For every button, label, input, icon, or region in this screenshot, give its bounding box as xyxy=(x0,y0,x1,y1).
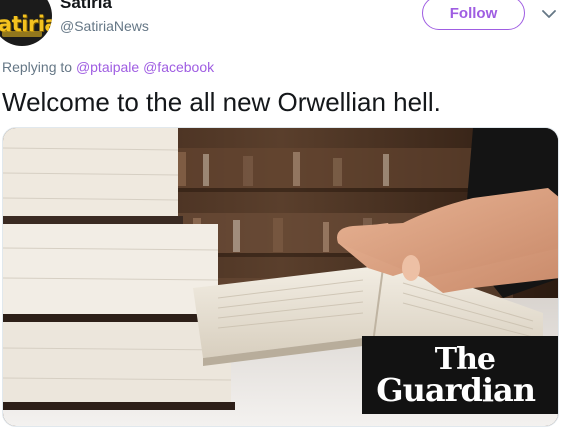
user-handle[interactable]: @SatiriaNews xyxy=(60,17,149,35)
mention-link[interactable]: @facebook xyxy=(143,59,214,75)
reply-context: Replying to @ptaipale @facebook xyxy=(2,58,214,76)
reply-prefix: Replying to xyxy=(2,59,73,75)
mention-link[interactable]: @ptaipale xyxy=(76,59,139,75)
chevron-down-icon[interactable] xyxy=(541,6,557,22)
display-name[interactable]: Satiria xyxy=(60,0,112,13)
avatar[interactable]: satiria xyxy=(0,0,52,46)
logo-line-2: Guardian xyxy=(376,371,536,409)
tweet-text: Welcome to the all new Orwellian hell. xyxy=(2,87,441,117)
avatar-logo-subtitle xyxy=(2,31,42,37)
follow-button[interactable]: Follow xyxy=(422,0,525,30)
link-card[interactable]: The Guardian xyxy=(2,127,559,427)
guardian-logo: The Guardian xyxy=(362,336,558,414)
